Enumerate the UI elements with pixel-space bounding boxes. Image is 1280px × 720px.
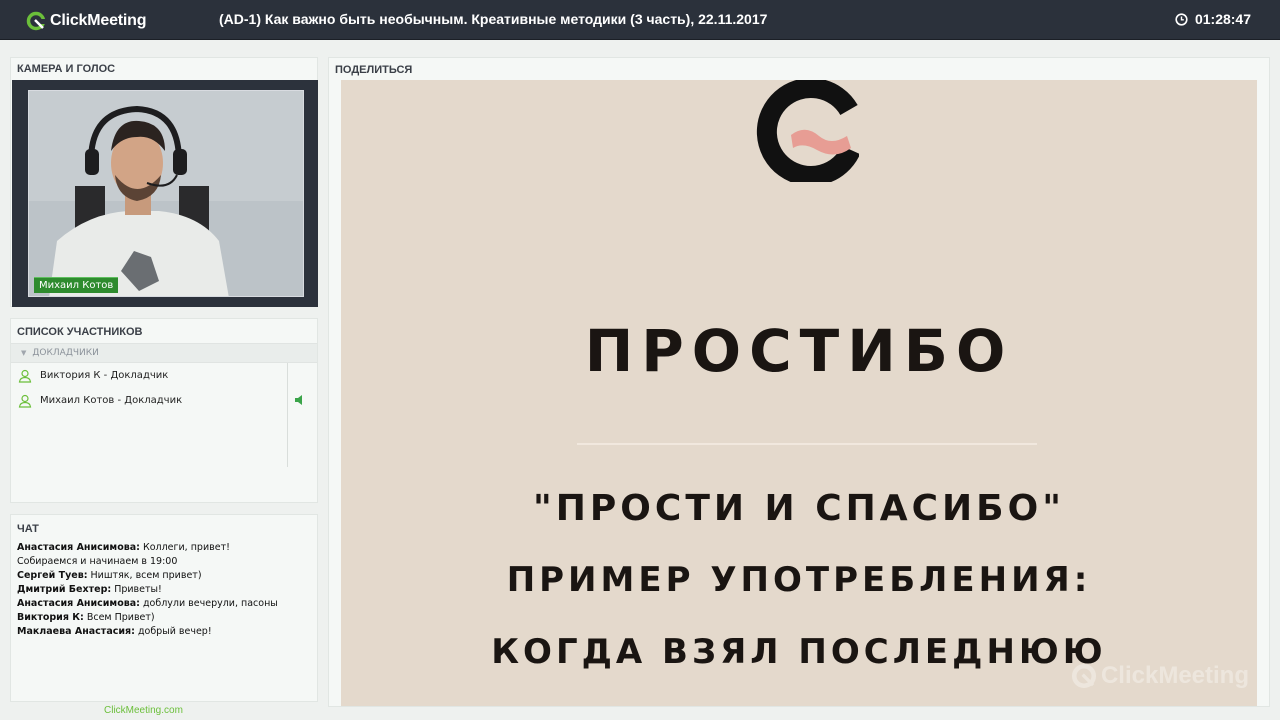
participant-label: Виктория К - Докладчик: [40, 370, 169, 381]
collapse-triangle-icon: ▼: [21, 349, 27, 357]
chat-author: Маклаева Анастасия:: [17, 626, 135, 637]
chat-author: Анастасия Анисимова:: [17, 542, 140, 553]
chat-message: Дмитрий Бехтер: Приветы!: [17, 583, 311, 597]
chat-text: добрый вечер!: [134, 626, 212, 637]
participant-row[interactable]: Михаил Котов - Докладчик: [11, 388, 317, 413]
timer-value: 01:28:47: [1194, 11, 1251, 27]
clock-icon: [1175, 12, 1188, 26]
chat-text: Собираемся и начинаем в 19:00: [17, 556, 178, 567]
participant-row[interactable]: Виктория К - Докладчик: [11, 363, 317, 388]
chat-text: Коллеги, привет!: [139, 542, 230, 553]
chat-author: Анастасия Анисимова:: [17, 598, 140, 609]
footer-link[interactable]: ClickMeeting.com: [104, 705, 183, 716]
chat-message: Собираемся и начинаем в 19:00: [17, 555, 311, 569]
shared-slide: ПРОСТИБО "ПРОСТИ И СПАСИБО" ПРИМЕР УПОТР…: [341, 80, 1257, 706]
presenter-video-frame: [29, 91, 303, 296]
camera-panel: КАМЕРА И ГОЛОС Михаил Котов: [10, 57, 318, 307]
slide-example: ПРИМЕР УПОТРЕБЛЕНИЯ:: [506, 560, 1092, 600]
clickmeeting-watermark: ClickMeeting: [1071, 662, 1249, 690]
slide-logo-icon: [756, 80, 859, 182]
user-icon: [18, 394, 32, 408]
slide-divider: [577, 443, 1037, 445]
chat-message: Анастасия Анисимова: доблули вечерули, п…: [17, 597, 311, 611]
clickmeeting-logo[interactable]: ClickMeeting: [26, 10, 146, 32]
group-label: ДОКЛАДЧИКИ: [32, 348, 99, 358]
group-presenters[interactable]: ▼ ДОКЛАДЧИКИ: [11, 343, 317, 363]
chat-messages[interactable]: Анастасия Анисимова: Коллеги, привет! Со…: [17, 541, 311, 639]
participants-divider: [287, 363, 288, 467]
chat-panel: ЧАТ Анастасия Анисимова: Коллеги, привет…: [10, 514, 318, 702]
chat-author: Дмитрий Бехтер:: [17, 584, 112, 595]
share-panel: ПОДЕЛИТЬСЯ ПРОСТИБО "ПРОСТИ И СПАСИБО" П…: [328, 57, 1270, 707]
clickmeeting-logo-icon: [26, 11, 46, 31]
top-bar: ClickMeeting (AD-1) Как важно быть необы…: [0, 0, 1280, 40]
chat-panel-title: ЧАТ: [17, 523, 39, 535]
session-timer: 01:28:47: [1175, 11, 1251, 27]
chat-message: Сергей Туев: Ништяк, всем привет): [17, 569, 311, 583]
participants-panel-title: СПИСОК УЧАСТНИКОВ: [17, 326, 143, 338]
camera-area: Михаил Котов: [12, 80, 318, 307]
chat-author: Виктория К:: [17, 612, 84, 623]
presenter-video[interactable]: Михаил Котов: [28, 90, 304, 297]
camera-panel-title: КАМЕРА И ГОЛОС: [17, 63, 116, 75]
chat-message: Анастасия Анисимова: Коллеги, привет!: [17, 541, 311, 555]
chat-text: доблули вечерули, пасоны: [139, 598, 278, 609]
user-icon: [18, 369, 32, 383]
participants-panel: СПИСОК УЧАСТНИКОВ ▼ ДОКЛАДЧИКИ Виктория …: [10, 318, 318, 503]
session-title: (AD-1) Как важно быть необычным. Креатив…: [219, 11, 768, 27]
participant-label: Михаил Котов - Докладчик: [40, 395, 183, 406]
chat-text: Приветы!: [111, 584, 162, 595]
logo-text: ClickMeeting: [50, 12, 147, 29]
chat-author: Сергей Туев:: [17, 570, 88, 581]
chat-message: Маклаева Анастасия: добрый вечер!: [17, 625, 311, 639]
chat-text: Ништяк, всем привет): [87, 570, 202, 581]
presenter-name-tag: Михаил Котов: [34, 277, 119, 293]
watermark-logo-icon: [1071, 663, 1096, 689]
watermark-text: ClickMeeting: [1100, 662, 1249, 689]
chat-text: Всем Привет): [83, 612, 155, 623]
share-panel-title: ПОДЕЛИТЬСЯ: [335, 64, 413, 76]
slide-quote: "ПРОСТИ И СПАСИБО": [533, 488, 1065, 529]
slide-heading: ПРОСТИБО: [584, 317, 1014, 385]
chat-message: Виктория К: Всем Привет): [17, 611, 311, 625]
speaker-icon[interactable]: [295, 395, 304, 408]
